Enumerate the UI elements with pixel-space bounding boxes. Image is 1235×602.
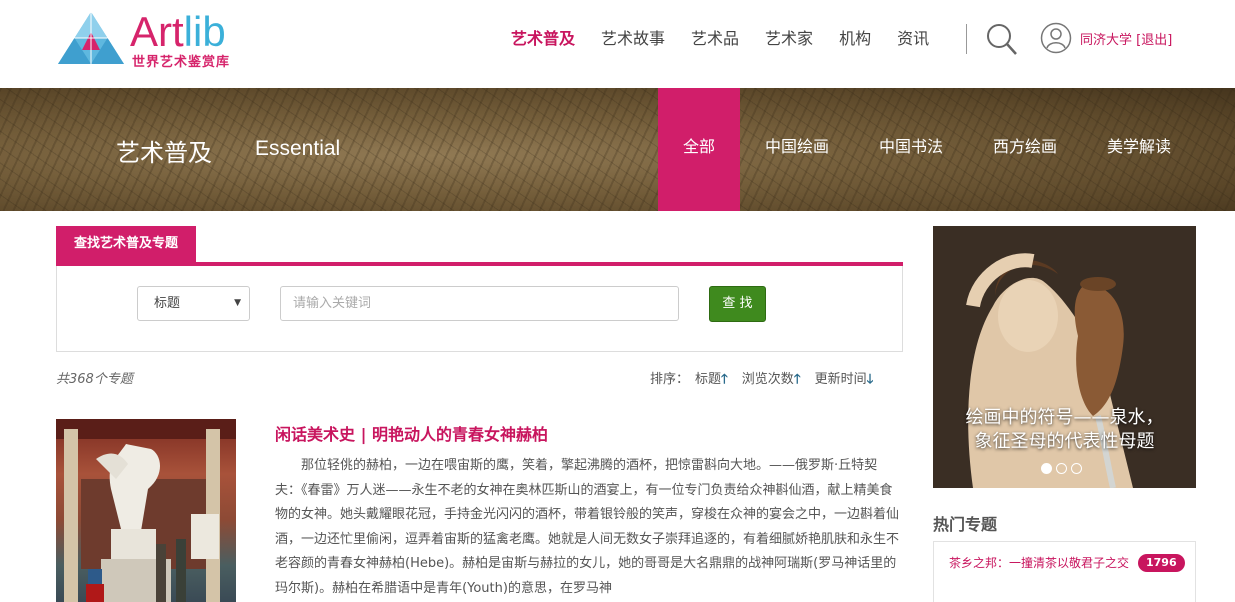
sort-label: 排序： [650, 372, 690, 387]
sort-by-title[interactable]: 标题🡑 [695, 368, 728, 392]
search-button[interactable]: 查 找 [709, 286, 766, 322]
article-thumbnail[interactable] [56, 419, 236, 602]
caret-down-icon: ▼ [234, 298, 241, 308]
featured-caption: 绘画中的符号——泉水， 象征圣母的代表性母题 [965, 407, 1164, 452]
banner-subtitle: Essential [255, 137, 341, 160]
search-icon[interactable] [986, 22, 1018, 56]
site-header: Artlib 世界艺术鉴赏库 艺术普及 艺术故事 艺术品 艺术家 机构 资讯 同… [0, 0, 1235, 88]
nav-item-artworks[interactable]: 艺术品 [691, 27, 739, 51]
hot-topics-heading: 热门专题 [933, 515, 998, 534]
category-tabs: 全部 中国绘画 中国书法 西方绘画 美学解读 [658, 88, 1196, 211]
search-panel-tab: 查找艺术普及专题 [56, 226, 196, 262]
tab-aesthetics[interactable]: 美学解读 [1082, 88, 1196, 211]
arrow-down-icon: 🡓 [866, 372, 874, 387]
logo-tagline: 世界艺术鉴赏库 [132, 55, 231, 70]
carousel-dot-1[interactable] [1041, 463, 1052, 474]
tab-western-painting[interactable]: 西方绘画 [968, 88, 1082, 211]
carousel-dot-3[interactable] [1071, 463, 1082, 474]
sort-by-views[interactable]: 浏览次数🡑 [742, 368, 801, 392]
search-panel: 标题 ▼ 查 找 [56, 266, 903, 352]
arrow-up-icon: 🡑 [721, 372, 728, 387]
view-count-badge: 1796 [1138, 554, 1185, 572]
logo-wordmark: Artlib [130, 8, 226, 55]
sort-by-updated[interactable]: 更新时间🡓 [815, 368, 874, 392]
statue-illustration [56, 419, 236, 602]
section-banner: 艺术普及 Essential 全部 中国绘画 中国书法 西方绘画 美学解读 [0, 88, 1235, 211]
tab-chinese-calligraphy[interactable]: 中国书法 [854, 88, 968, 211]
main-nav: 艺术普及 艺术故事 艺术品 艺术家 机构 资讯 [511, 27, 955, 51]
nav-item-institutions[interactable]: 机构 [839, 27, 871, 51]
result-count: 共368个专题 [56, 372, 133, 387]
nav-divider [966, 24, 967, 54]
carousel-dots [1041, 463, 1086, 474]
carousel-dot-2[interactable] [1056, 463, 1067, 474]
user-logout-link[interactable]: 同济大学 [退出] [1080, 29, 1172, 48]
hot-topic-item[interactable]: 茶乡之邦：一撞清茶以敬君子之交 1796 [933, 541, 1196, 602]
sort-bar: 排序： 标题🡑 浏览次数🡑 更新时间🡓 [650, 368, 873, 392]
arrow-up-icon: 🡑 [793, 372, 801, 387]
featured-carousel[interactable]: 绘画中的符号——泉水， 象征圣母的代表性母题 [933, 226, 1196, 488]
tab-all[interactable]: 全部 [658, 88, 740, 211]
logo-triangle-icon [58, 12, 124, 64]
search-field-select[interactable]: 标题 ▼ [137, 286, 250, 321]
user-icon[interactable] [1040, 22, 1072, 54]
nav-item-art-stories[interactable]: 艺术故事 [601, 27, 665, 51]
search-input[interactable] [280, 286, 679, 321]
nav-item-news[interactable]: 资讯 [897, 27, 929, 51]
select-value: 标题 [154, 296, 181, 311]
article-title[interactable]: 闲话美术史 | 明艳动人的青春女神赫柏 [275, 421, 548, 445]
nav-item-art-popularization[interactable]: 艺术普及 [511, 27, 575, 51]
artlib-logo[interactable]: Artlib 世界艺术鉴赏库 [56, 10, 246, 70]
article-excerpt: 那位轻佻的赫柏，一边在喂宙斯的鹰，笑着，擎起沸腾的酒杯，把惊雷斟向大地。——俄罗… [275, 458, 900, 596]
tab-chinese-painting[interactable]: 中国绘画 [740, 88, 854, 211]
hot-topic-title[interactable]: 茶乡之邦：一撞清茶以敬君子之交 [949, 554, 1139, 572]
nav-item-artists[interactable]: 艺术家 [765, 27, 813, 51]
banner-title: 艺术普及 [116, 139, 212, 167]
